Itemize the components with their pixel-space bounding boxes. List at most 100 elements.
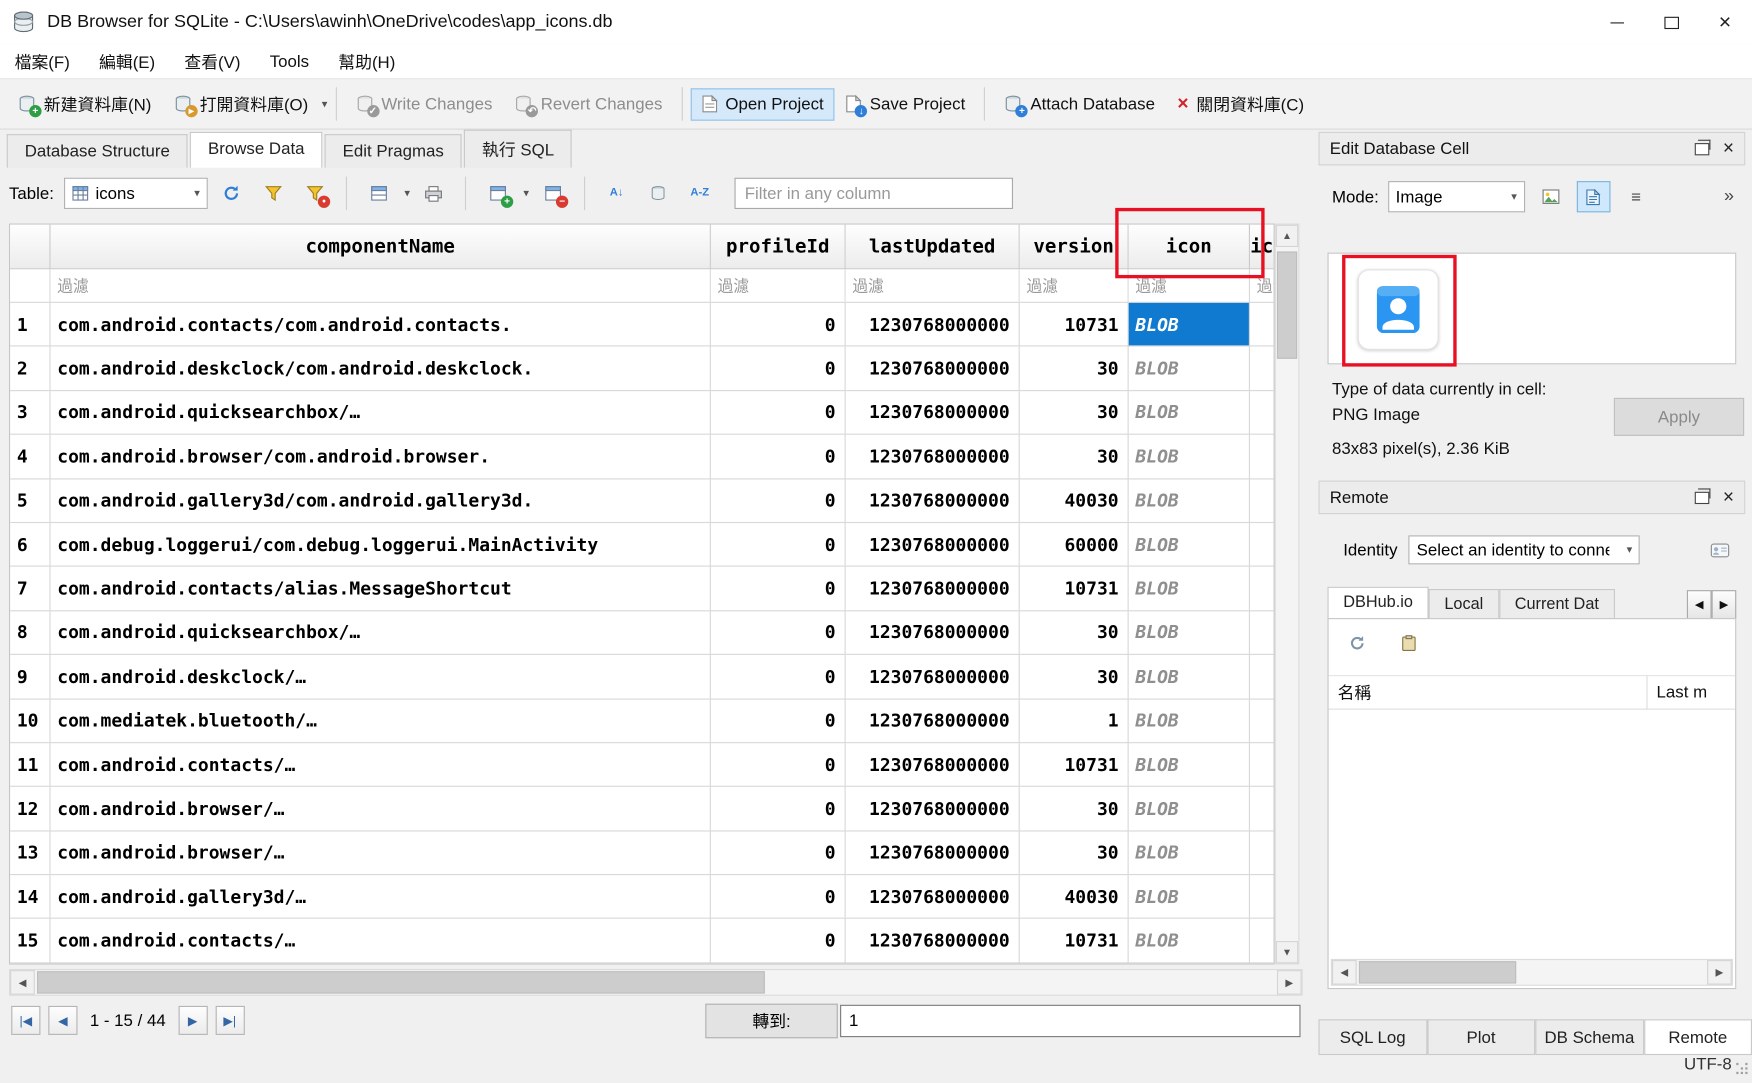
table-row[interactable]: 2 com.android.deskclock/com.android.desk… — [10, 347, 1273, 391]
cell-version[interactable]: 30 — [1020, 831, 1129, 875]
clear-filters-button[interactable] — [255, 177, 291, 211]
table-row[interactable]: 15 com.android.contacts/… 0 123076800000… — [10, 919, 1273, 963]
grid-vertical-scrollbar[interactable]: ▲ ▼ — [1275, 224, 1300, 965]
cell-clipped[interactable] — [1250, 435, 1274, 479]
cell-componentName[interactable]: com.android.quicksearchbox/… — [51, 611, 711, 655]
cell-version[interactable]: 30 — [1020, 347, 1129, 391]
minimize-button[interactable] — [1590, 0, 1644, 45]
close-database-button[interactable]: × 關閉資料庫(C) — [1166, 86, 1315, 123]
remote-clone-button[interactable] — [1391, 627, 1425, 658]
cell-icon[interactable]: BLOB — [1129, 611, 1250, 655]
cell-profileId[interactable]: 0 — [711, 479, 846, 523]
cell-lastUpdated[interactable]: 1230768000000 — [846, 655, 1020, 699]
mode-select[interactable]: Image ▾ — [1388, 181, 1525, 212]
cell-lastUpdated[interactable]: 1230768000000 — [846, 567, 1020, 611]
save-table-button[interactable] — [361, 177, 397, 211]
sort-ascending-button[interactable]: A↓ — [599, 177, 635, 211]
grid-vscroll-thumb[interactable] — [1277, 251, 1297, 358]
cell-version[interactable]: 40030 — [1020, 479, 1129, 523]
cell-componentName[interactable]: com.android.contacts/alias.MessageShortc… — [51, 567, 711, 611]
cell-profileId[interactable]: 0 — [711, 699, 846, 743]
cell-version[interactable]: 30 — [1020, 787, 1129, 831]
menu-help[interactable]: 幫助(H) — [324, 45, 410, 79]
cell-clipped[interactable] — [1250, 303, 1274, 347]
cell-componentName[interactable]: com.mediatek.bluetooth/… — [51, 699, 711, 743]
cell-clipped[interactable] — [1250, 699, 1274, 743]
cell-lastUpdated[interactable]: 1230768000000 — [846, 875, 1020, 919]
tab-sql-log[interactable]: SQL Log — [1318, 1019, 1426, 1055]
cell-clipped[interactable] — [1250, 567, 1274, 611]
goto-record-input[interactable] — [840, 1005, 1300, 1037]
remote-refresh-button[interactable] — [1340, 627, 1374, 658]
grid-horizontal-scrollbar[interactable]: ◀ ▶ — [9, 969, 1303, 996]
last-page-button[interactable]: ▶| — [215, 1006, 244, 1035]
cell-clipped[interactable] — [1250, 347, 1274, 391]
apply-button[interactable]: Apply — [1614, 398, 1744, 436]
cell-lastUpdated[interactable]: 1230768000000 — [846, 391, 1020, 435]
new-database-button[interactable]: + 新建資料庫(N) — [7, 86, 163, 123]
sort-az-button[interactable]: A‑Z — [682, 177, 718, 211]
cell-version[interactable]: 30 — [1020, 655, 1129, 699]
cell-clipped[interactable] — [1250, 787, 1274, 831]
cell-version[interactable]: 1 — [1020, 699, 1129, 743]
cell-lastUpdated[interactable]: 1230768000000 — [846, 831, 1020, 875]
cell-version[interactable]: 60000 — [1020, 523, 1129, 567]
cell-componentName[interactable]: com.android.contacts/… — [51, 919, 711, 963]
blob-image[interactable] — [1358, 269, 1439, 349]
cell-lastUpdated[interactable]: 1230768000000 — [846, 919, 1020, 963]
cell-clipped[interactable] — [1250, 523, 1274, 567]
open-database-button[interactable]: ▸ 打開資料庫(O) — [163, 86, 320, 123]
cell-componentName[interactable]: com.android.contacts/com.android.contact… — [51, 303, 711, 347]
close-dock-icon[interactable]: × — [1723, 488, 1734, 506]
insert-record-button[interactable]: + — [480, 177, 516, 211]
table-row[interactable]: 3 com.android.quicksearchbox/… 0 1230768… — [10, 391, 1273, 435]
table-row[interactable]: 6 com.debug.loggerui/com.debug.loggerui.… — [10, 523, 1273, 567]
column-header-componentName[interactable]: componentName — [51, 225, 711, 270]
scroll-up-icon[interactable]: ▲ — [1276, 225, 1298, 247]
float-dock-icon[interactable] — [1695, 491, 1710, 503]
save-table-dropdown-icon[interactable]: ▾ — [404, 187, 410, 199]
menu-tools[interactable]: Tools — [255, 45, 324, 79]
tabs-scroll-right-icon[interactable]: ▶ — [1712, 590, 1737, 619]
cell-icon[interactable]: BLOB — [1129, 875, 1250, 919]
cell-clipped[interactable] — [1250, 875, 1274, 919]
table-row[interactable]: 9 com.android.deskclock/… 0 123076800000… — [10, 655, 1273, 699]
cell-profileId[interactable]: 0 — [711, 787, 846, 831]
filter-profileId[interactable]: 過濾 — [711, 269, 846, 303]
filter-componentName[interactable]: 過濾 — [51, 269, 711, 303]
tab-browse-data[interactable]: Browse Data — [190, 132, 322, 168]
cell-clipped[interactable] — [1250, 391, 1274, 435]
cell-profileId[interactable]: 0 — [711, 523, 846, 567]
tab-db-schema[interactable]: DB Schema — [1535, 1019, 1643, 1055]
resize-grip[interactable] — [1736, 1063, 1749, 1076]
column-header-clipped[interactable]: ic — [1250, 225, 1274, 270]
cell-icon[interactable]: BLOB — [1129, 391, 1250, 435]
cell-version[interactable]: 10731 — [1020, 303, 1129, 347]
close-dock-icon[interactable]: × — [1723, 140, 1734, 158]
cell-componentName[interactable]: com.android.contacts/… — [51, 743, 711, 787]
cell-componentName[interactable]: com.android.gallery3d/… — [51, 875, 711, 919]
filter-lastUpdated[interactable]: 過濾 — [846, 269, 1020, 303]
column-header-lastUpdated[interactable]: lastUpdated — [846, 225, 1020, 270]
refresh-button[interactable] — [213, 177, 249, 211]
remote-column-last-modified[interactable]: Last m — [1648, 676, 1736, 710]
filter-version[interactable]: 過濾 — [1020, 269, 1129, 303]
menu-edit[interactable]: 編輯(E) — [84, 45, 169, 79]
remote-hscroll-thumb[interactable] — [1359, 961, 1516, 983]
cell-clipped[interactable] — [1250, 479, 1274, 523]
write-changes-button[interactable]: ✓ Write Changes — [344, 88, 503, 120]
cell-clipped[interactable] — [1250, 919, 1274, 963]
cell-icon[interactable]: BLOB — [1129, 787, 1250, 831]
encoding-status[interactable]: UTF-8 — [1660, 1055, 1732, 1074]
cell-profileId[interactable]: 0 — [711, 391, 846, 435]
cell-profileId[interactable]: 0 — [711, 567, 846, 611]
cell-lastUpdated[interactable]: 1230768000000 — [846, 743, 1020, 787]
previous-page-button[interactable]: ◀ — [48, 1006, 77, 1035]
tabs-scroll-left-icon[interactable]: ◀ — [1687, 590, 1712, 619]
cell-version[interactable]: 30 — [1020, 611, 1129, 655]
cell-profileId[interactable]: 0 — [711, 611, 846, 655]
toolbar-overflow-icon[interactable]: » — [1724, 187, 1734, 207]
print-button[interactable] — [416, 177, 452, 211]
identity-select[interactable]: Select an identity to conne ▾ — [1409, 535, 1640, 564]
cell-icon[interactable]: BLOB — [1129, 347, 1250, 391]
